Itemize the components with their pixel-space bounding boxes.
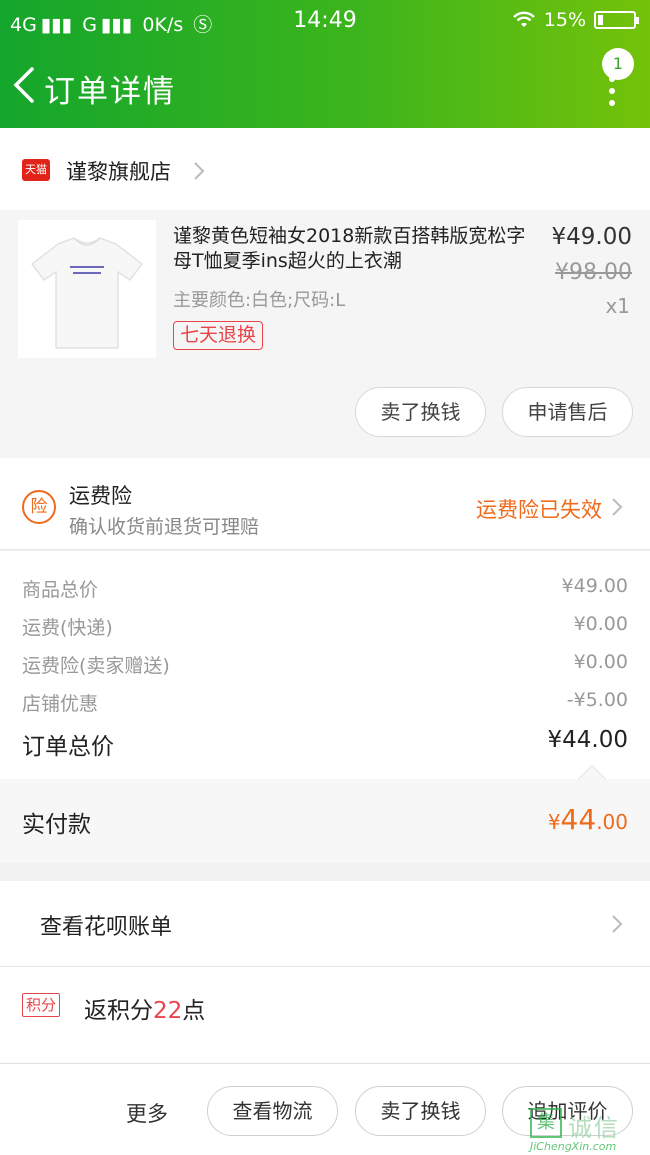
more-button[interactable]: 更多	[126, 1098, 168, 1128]
chevron-left-icon[interactable]	[10, 66, 36, 104]
insurance-title: 运费险	[69, 484, 132, 508]
order-total-value: ¥44.00	[547, 727, 628, 753]
price-row-value: ¥0.00	[573, 613, 628, 635]
points-suffix: 点	[182, 998, 206, 1024]
price-row-label: 店铺优惠	[22, 693, 99, 715]
tmall-icon: 天猫	[22, 159, 50, 181]
paid-label: 实付款	[22, 812, 91, 838]
tshirt-image	[18, 220, 156, 358]
after-sale-button[interactable]: 申请售后	[502, 387, 633, 437]
huabei-bill-row[interactable]: 查看花呗账单	[0, 881, 650, 967]
paid-currency: ¥	[547, 810, 561, 834]
paid-amount-row: 实付款 ¥44.00	[0, 764, 650, 863]
product-quantity: x1	[605, 294, 630, 318]
shipping-insurance-row[interactable]: 险 运费险 确认收货前退货可理赔 运费险已失效	[0, 458, 650, 550]
battery-level	[598, 15, 603, 25]
paid-integer: 44	[560, 803, 597, 836]
wifi-icon	[512, 11, 535, 27]
insurance-icon: 险	[22, 490, 56, 524]
points-row: 积分 返积分22点	[0, 967, 650, 1063]
more-vertical-icon[interactable]	[608, 76, 616, 106]
status-right: 15%	[512, 9, 639, 31]
product-image[interactable]	[18, 220, 156, 358]
points-prefix: 返积分	[84, 998, 153, 1024]
product-name[interactable]: 谨黎黄色短袖女2018新款百搭韩版宽松字母T恤夏季ins超火的上衣潮	[173, 224, 531, 274]
logistics-button[interactable]: 查看物流	[207, 1086, 338, 1136]
sell-button[interactable]: 卖了换钱	[355, 387, 486, 437]
status-bar: 4G ▮▮▮ G ▮▮▮ 0K/s Ⓢ 14:49 15%	[0, 0, 650, 42]
order-total-label: 订单总价	[22, 734, 114, 760]
page-title: 订单详情	[44, 74, 176, 110]
watermark-cn: 诚信	[568, 1114, 620, 1142]
battery-percent: 15%	[543, 9, 586, 31]
price-row-label: 运费险(卖家赠送)	[22, 655, 170, 677]
watermark-en: JiChengXin.com	[530, 1140, 617, 1153]
product-original-price: ¥98.00	[555, 260, 632, 285]
price-row-value: ¥49.00	[561, 575, 628, 597]
app-header: 订单详情 1	[0, 42, 650, 128]
price-row-label: 商品总价	[22, 579, 99, 601]
price-row-value: -¥5.00	[566, 689, 628, 711]
return-policy-tag: 七天退换	[173, 321, 264, 350]
points-number: 22	[153, 998, 183, 1024]
notification-badge[interactable]: 1	[602, 48, 634, 80]
price-breakdown: 商品总价 ¥49.00 运费(快递) ¥0.00 运费险(卖家赠送) ¥0.00…	[0, 551, 650, 779]
insurance-subtitle: 确认收货前退货可理赔	[69, 516, 260, 538]
watermark-box: 集	[530, 1108, 562, 1138]
battery-icon	[594, 11, 639, 29]
chevron-right-icon	[194, 162, 205, 180]
store-row[interactable]: 天猫 谨黎旗舰店	[0, 128, 650, 210]
watermark: 集 诚信 JiChengXin.com	[528, 1106, 646, 1154]
paid-value: ¥44.00	[548, 803, 628, 836]
points-icon: 积分	[22, 993, 61, 1017]
product-price: ¥49.00	[551, 224, 632, 250]
paid-decimal: .00	[596, 810, 628, 834]
chevron-right-icon	[612, 915, 623, 933]
chevron-right-icon	[612, 498, 623, 516]
price-row-label: 运费(快递)	[22, 617, 113, 639]
points-text: 返积分22点	[84, 991, 205, 1025]
sell-button-bottom[interactable]: 卖了换钱	[355, 1086, 486, 1136]
price-row-value: ¥0.00	[573, 651, 628, 673]
bottom-action-bar: 更多 查看物流 卖了换钱 追加评价 集 诚信 JiChengXin.com	[0, 1063, 650, 1155]
top-bar: 4G ▮▮▮ G ▮▮▮ 0K/s Ⓢ 14:49 15% 订单详情 1	[0, 0, 650, 128]
product-spec: 主要颜色:白色;尺码:L	[173, 290, 346, 311]
product-card[interactable]: 谨黎黄色短袖女2018新款百搭韩版宽松字母T恤夏季ins超火的上衣潮 主要颜色:…	[0, 210, 650, 458]
huabei-label[interactable]: 查看花呗账单	[40, 909, 172, 941]
store-name[interactable]: 谨黎旗舰店	[66, 156, 171, 186]
insurance-status[interactable]: 运费险已失效	[476, 494, 602, 524]
